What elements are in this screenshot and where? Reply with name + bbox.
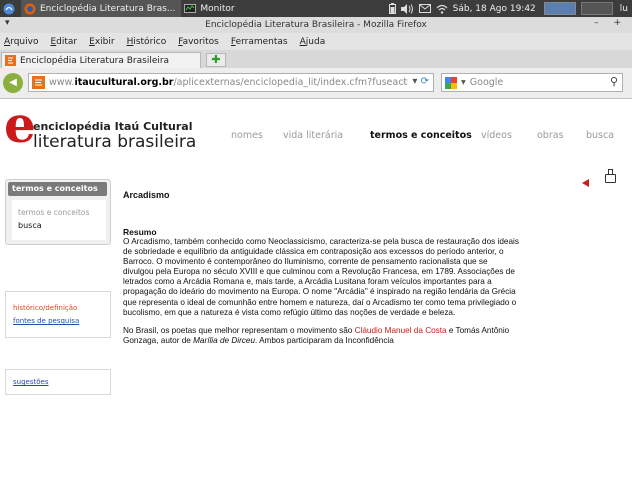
window-titlebar: ▾ Enciclopédia Literatura Brasileira - M… — [0, 17, 632, 33]
system-tray: Sáb, 18 Ago 19:42 lu — [388, 2, 632, 15]
url-actions[interactable]: ☆ ▾ ⟳ — [400, 76, 429, 87]
search-input[interactable]: Google — [470, 77, 504, 88]
sidebar-section-box: termos e conceitos termos e conceitos bu… — [5, 179, 111, 245]
bookmark-star-icon[interactable]: ☆ — [400, 76, 409, 87]
sidebar-links-box: histórico/definição fontes de pesquisa — [5, 291, 111, 338]
site-nav-videos[interactable]: vídeos — [481, 130, 512, 141]
mail-icon[interactable] — [418, 4, 431, 13]
article-title: Arcadismo — [123, 190, 170, 200]
url-bar[interactable]: www.itaucultural.org.br/aplicexternas/en… — [28, 73, 434, 92]
tab-title: Enciclopédia Literatura Brasileira — [20, 55, 170, 66]
reload-icon[interactable]: ⟳ — [421, 76, 429, 87]
article: Arcadismo Resumo O Arcadismo, também con… — [123, 190, 519, 354]
dropdown-icon[interactable]: ▾ — [412, 76, 417, 87]
back-arrow-icon: ◀ — [9, 77, 17, 88]
article-paragraph-2: No Brasil, os poetas que melhor represen… — [123, 325, 510, 345]
web-page: e enciclopédia Itaú Cultural literatura … — [0, 99, 632, 477]
window-menu-icon[interactable]: ▾ — [5, 18, 10, 28]
link-fontes-pesquisa[interactable]: fontes de pesquisa — [13, 317, 79, 325]
sidebar-box-body — [12, 200, 106, 240]
taskbar-monitor[interactable]: Monitor — [181, 0, 240, 17]
link-historico-definicao[interactable]: histórico/definição — [13, 304, 77, 312]
back-button[interactable]: ◀ — [3, 73, 23, 93]
tab-strip: Enciclopédia Literatura Brasileira ✚ — [0, 50, 632, 68]
panel-menu-button[interactable] — [0, 0, 21, 17]
site-nav-nomes[interactable]: nomes — [231, 130, 263, 141]
url-text: www.itaucultural.org.br/aplicexternas/en… — [49, 77, 408, 88]
firefox-icon — [24, 3, 36, 14]
logo-line2[interactable]: literatura brasileira — [33, 132, 196, 152]
site-identity-icon[interactable] — [32, 76, 45, 89]
site-nav-busca[interactable]: busca — [586, 130, 614, 141]
tab-enciclopedia[interactable]: Enciclopédia Literatura Brasileira — [1, 52, 201, 68]
link-claudio-manuel[interactable]: Cláudio Manuel da Costa — [355, 326, 447, 335]
print-icon[interactable] — [605, 169, 616, 183]
wifi-icon[interactable] — [436, 4, 448, 14]
user-menu[interactable]: lu — [620, 4, 628, 14]
menu-editar[interactable]: Editar — [50, 37, 77, 47]
sidebar-box-title: termos e conceitos — [8, 182, 107, 196]
menu-ajuda[interactable]: Ajuda — [300, 37, 326, 47]
taskbar-firefox[interactable]: Enciclopédia Literatura Bras... — [21, 0, 182, 17]
menu-arquivo[interactable]: Arquivo — [4, 37, 38, 47]
distro-logo-icon — [3, 3, 15, 14]
site-nav-vida-literaria[interactable]: vida literária — [283, 130, 343, 141]
site-nav-obras[interactable]: obras — [537, 130, 564, 141]
article-paragraph-1: O Arcadismo, também conhecido como Neocl… — [123, 237, 519, 317]
link-sugestoes[interactable]: sugestões — [13, 378, 48, 386]
google-icon[interactable] — [445, 76, 457, 89]
clock[interactable]: Sáb, 18 Ago 19:42 — [453, 4, 536, 14]
site-nav-termos[interactable]: termos e conceitos — [370, 130, 472, 141]
plus-icon: ✚ — [211, 53, 221, 66]
new-tab-button[interactable]: ✚ — [206, 53, 226, 67]
window-controls[interactable]: – + — [594, 18, 627, 28]
sidebar-suggestions-box: sugestões — [5, 369, 111, 395]
menu-exibir[interactable]: Exibir — [89, 37, 114, 47]
sidebar-link-termos[interactable]: termos e conceitos — [18, 208, 89, 217]
menu-ferramentas[interactable]: Ferramentas — [231, 37, 288, 47]
menu-bar: Arquivo Editar Exibir Histórico Favorito… — [0, 33, 632, 50]
menu-favoritos[interactable]: Favoritos — [178, 37, 219, 47]
workspace-switcher-2[interactable] — [580, 2, 613, 15]
menu-historico[interactable]: Histórico — [127, 37, 167, 47]
top-panel: Enciclopédia Literatura Bras... Monitor … — [0, 0, 632, 17]
site-favicon-icon — [5, 55, 16, 66]
search-icon[interactable]: ⚲ — [610, 75, 618, 88]
nav-toolbar: ◀ www.itaucultural.org.br/aplicexternas/… — [0, 68, 632, 99]
workspace-switcher[interactable] — [543, 2, 576, 15]
search-engine-dropdown-icon[interactable]: ▾ — [461, 77, 466, 88]
article-subtitle: Resumo — [123, 227, 157, 237]
battery-icon[interactable] — [388, 3, 396, 14]
taskbar-firefox-label: Enciclopédia Literatura Bras... — [40, 3, 176, 14]
volume-icon[interactable] — [400, 3, 414, 14]
logo-e-mark[interactable]: e — [4, 100, 36, 150]
window-title: Enciclopédia Literatura Brasileira - Moz… — [205, 20, 427, 30]
taskbar-monitor-label: Monitor — [200, 3, 235, 14]
search-box[interactable]: ▾ Google ⚲ — [441, 73, 623, 92]
back-triangle-icon[interactable] — [582, 179, 589, 187]
sidebar-link-busca[interactable]: busca — [18, 221, 42, 230]
monitor-icon — [184, 3, 197, 13]
